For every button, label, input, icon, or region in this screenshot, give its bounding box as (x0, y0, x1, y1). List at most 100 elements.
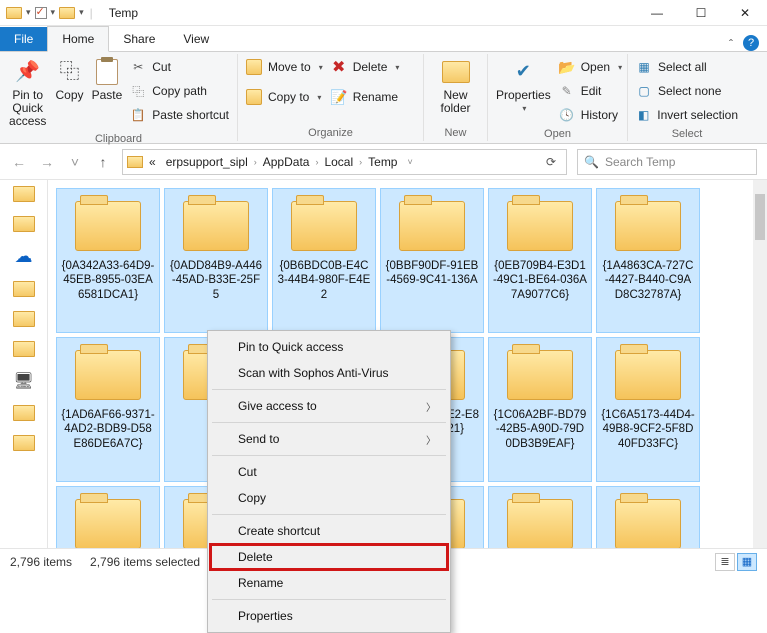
ctx-cut[interactable]: Cut (210, 459, 448, 485)
qat-checkbox-icon[interactable] (35, 7, 47, 19)
forward-button[interactable]: → (38, 154, 56, 170)
search-icon: 🔍 (584, 155, 599, 169)
properties-icon (509, 58, 537, 86)
tab-home[interactable]: Home (47, 26, 109, 52)
ctx-create-shortcut[interactable]: Create shortcut (210, 518, 448, 544)
folder-item[interactable]: {1A4863CA-727C-4427-B440-C9AD8C32787A} (596, 188, 700, 333)
folder-icon (399, 201, 465, 251)
edit-button[interactable]: Edit (559, 80, 622, 102)
paste-shortcut-button[interactable]: Paste shortcut (130, 104, 229, 126)
invert-selection-button[interactable]: Invert selection (636, 104, 738, 126)
new-folder-button[interactable]: New folder (432, 56, 479, 117)
sidebar-item-onedrive[interactable]: ☁ (15, 246, 33, 267)
folder-item[interactable] (56, 486, 160, 548)
window-title: Temp (101, 6, 138, 20)
copy-path-button[interactable]: Copy path (130, 80, 229, 102)
folder-icon (291, 201, 357, 251)
refresh-button[interactable]: ⟳ (540, 155, 562, 169)
open-button[interactable]: Open▾ (559, 56, 622, 78)
submenu-arrow-icon: 〉 (426, 432, 436, 447)
qat-dropdown-icon[interactable]: ▾ (26, 7, 31, 18)
open-icon (559, 59, 575, 75)
rename-button[interactable]: Rename (331, 86, 400, 108)
folder-item[interactable]: {0BBF90DF-91EB-4569-9C41-136A (380, 188, 484, 333)
breadcrumb[interactable]: AppData (259, 155, 314, 169)
ribbon-collapse-icon[interactable]: ˆ (729, 37, 733, 51)
ctx-give-access-to[interactable]: Give access to〉 (210, 393, 448, 419)
copy-button[interactable]: Copy (55, 56, 83, 131)
ctx-rename[interactable]: Rename (210, 570, 448, 596)
folder-icon (507, 201, 573, 251)
delete-icon (331, 59, 347, 75)
folder-item[interactable] (596, 486, 700, 548)
up-button[interactable]: ↑ (94, 154, 112, 170)
close-button[interactable]: ✕ (723, 0, 767, 26)
ribbon: Pin to Quick access Copy Paste Cut Copy … (0, 52, 767, 144)
qat-dropdown3-icon[interactable]: ▾ (79, 7, 84, 18)
folder-item[interactable] (488, 486, 592, 548)
copy-to-button[interactable]: Copy to▾ (246, 86, 323, 108)
addr-dropdown-icon[interactable]: ˅ (403, 157, 412, 167)
ctx-delete[interactable]: Delete (210, 544, 448, 570)
history-button[interactable]: History (559, 104, 622, 126)
ctx-send-to[interactable]: Send to〉 (210, 426, 448, 452)
chevron-right-icon[interactable]: › (359, 157, 362, 167)
large-icons-view-button[interactable]: ▦ (737, 553, 757, 571)
ctx-copy[interactable]: Copy (210, 485, 448, 511)
select-none-button[interactable]: Select none (636, 80, 738, 102)
folder-item[interactable]: {1C6A5173-44D4-49B8-9CF2-5F8D40FD33FC} (596, 337, 700, 482)
nav-pane[interactable]: ☁ 🖥 (0, 180, 48, 548)
paste-button[interactable]: Paste (92, 56, 123, 131)
breadcrumb[interactable]: Temp (364, 155, 401, 169)
sidebar-item-folder[interactable] (13, 311, 35, 327)
folder-icon (615, 499, 681, 548)
tab-file[interactable]: File (0, 27, 47, 51)
folder-item[interactable]: {0B6BDC0B-E4C3-44B4-980F-E4E2 (272, 188, 376, 333)
details-view-button[interactable]: ≣ (715, 553, 735, 571)
move-to-button[interactable]: Move to▾ (246, 56, 323, 78)
breadcrumb[interactable]: Local (320, 155, 357, 169)
chevron-right-icon[interactable]: › (315, 157, 318, 167)
help-icon[interactable]: ? (743, 35, 759, 51)
delete-button[interactable]: Delete▾ (331, 56, 400, 78)
folder-item[interactable]: {1AD6AF66-9371-4AD2-BDB9-D58E86DE6A7C} (56, 337, 160, 482)
qat-dropdown2-icon[interactable]: ▾ (51, 7, 56, 18)
select-all-button[interactable]: Select all (636, 56, 738, 78)
minimize-button[interactable]: — (635, 0, 679, 26)
sidebar-item-this-pc[interactable]: 🖥 (13, 371, 33, 391)
pin-to-quick-access-button[interactable]: Pin to Quick access (8, 56, 47, 131)
recent-locations-button[interactable]: ˅ (66, 154, 84, 170)
search-input[interactable]: 🔍 Search Temp (577, 149, 757, 175)
chevron-down-icon: ▾ (522, 105, 526, 114)
copyto-icon (246, 89, 262, 105)
sidebar-item-folder[interactable] (13, 341, 35, 357)
tab-view[interactable]: View (169, 27, 223, 51)
ctx-pin-to-quick-access[interactable]: Pin to Quick access (210, 334, 448, 360)
sidebar-item-folder[interactable] (13, 216, 35, 232)
sidebar-item-folder[interactable] (13, 435, 35, 451)
folder-item[interactable]: {0ADD84B9-A446-45AD-B33E-25F5 (164, 188, 268, 333)
maximize-button[interactable]: ☐ (679, 0, 723, 26)
vertical-scrollbar[interactable] (753, 180, 767, 548)
back-button[interactable]: ← (10, 154, 28, 170)
breadcrumb[interactable]: erpsupport_sipl (162, 155, 252, 169)
folder-item[interactable]: {0EB709B4-E3D1-49C1-BE64-036A7A9077C6} (488, 188, 592, 333)
ctx-scan-sophos[interactable]: Scan with Sophos Anti-Virus (210, 360, 448, 386)
tab-share[interactable]: Share (109, 27, 169, 51)
scroll-thumb[interactable] (755, 194, 765, 240)
address-bar[interactable]: « erpsupport_sipl› AppData› Local› Temp … (122, 149, 567, 175)
breadcrumb-root[interactable]: « (145, 155, 160, 169)
sidebar-item-folder[interactable] (13, 405, 35, 421)
cut-button[interactable]: Cut (130, 56, 229, 78)
submenu-arrow-icon: 〉 (426, 399, 436, 414)
copypath-icon (130, 83, 146, 99)
sidebar-item-quick-access[interactable] (13, 186, 35, 202)
ctx-properties[interactable]: Properties (210, 603, 448, 629)
folder-item[interactable]: {0A342A33-64D9-45EB-8955-03EA6581DCA1} (56, 188, 160, 333)
chevron-right-icon[interactable]: › (254, 157, 257, 167)
group-clipboard-label: Clipboard (8, 131, 229, 145)
folder-icon (507, 499, 573, 548)
sidebar-item-folder[interactable] (13, 281, 35, 297)
folder-item[interactable]: {1C06A2BF-BD79-42B5-A90D-79D0DB3B9EAF} (488, 337, 592, 482)
properties-button[interactable]: Properties ▾ (496, 56, 551, 126)
